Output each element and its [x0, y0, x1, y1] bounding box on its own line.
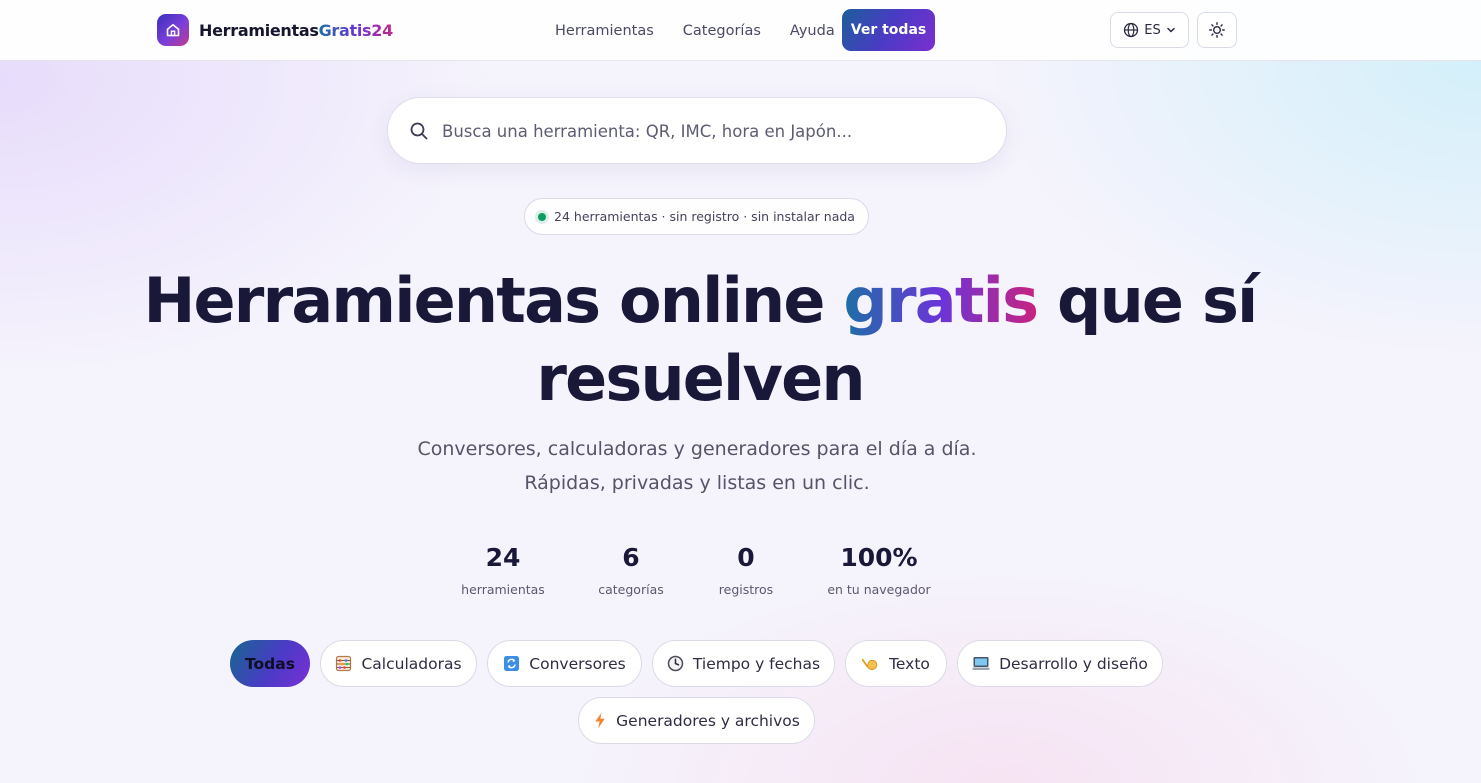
- hero-title: Herramientas online gratis que sí resuel…: [140, 262, 1260, 418]
- theme-toggle-button[interactable]: [1197, 12, 1237, 48]
- stat-label: categorías: [598, 582, 664, 597]
- computer-icon: [972, 655, 990, 672]
- lightning-icon: [593, 712, 607, 729]
- logo-text: HerramientasGratis24: [199, 21, 393, 40]
- home-icon: [157, 14, 189, 46]
- nav-link-ayuda[interactable]: Ayuda: [790, 23, 835, 39]
- hero-title-accent: gratis: [843, 264, 1039, 337]
- ver-todas-button[interactable]: Ver todas: [842, 9, 935, 51]
- chevron-down-icon: [1166, 25, 1176, 35]
- nav-link-categorias[interactable]: Categorías: [683, 23, 761, 39]
- main-nav: Herramientas Categorías Ayuda: [555, 0, 864, 61]
- stat-value: 6: [622, 543, 640, 572]
- info-badge-text: 24 herramientas · sin registro · sin ins…: [554, 209, 855, 224]
- writing-hand-icon: [862, 655, 880, 672]
- nav-link-herramientas[interactable]: Herramientas: [555, 23, 654, 39]
- logo-text-accent: Gratis24: [318, 20, 394, 40]
- category-chip-label: Texto: [889, 654, 930, 673]
- category-chip-label: Calculadoras: [361, 654, 462, 673]
- category-chip-label: Conversores: [529, 654, 626, 673]
- category-chip-todas[interactable]: Todas: [230, 640, 310, 687]
- category-chip-calculadoras[interactable]: Calculadoras: [320, 640, 477, 687]
- stat-registrations: 0 registros: [706, 540, 786, 597]
- search-icon: [409, 121, 429, 145]
- category-chip-label: Desarrollo y diseño: [999, 654, 1148, 673]
- sun-icon: [1208, 21, 1226, 39]
- category-chip-label: Todas: [245, 654, 295, 673]
- clock-icon: [667, 655, 684, 672]
- stat-value: 100%: [840, 543, 918, 572]
- stat-browser: 100% en tu navegador: [818, 540, 940, 597]
- abacus-icon: [335, 655, 352, 672]
- category-chip-conversores[interactable]: Conversores: [487, 640, 642, 687]
- category-chip-label: Tiempo y fechas: [692, 654, 821, 673]
- globe-icon: [1123, 22, 1139, 38]
- logo-link[interactable]: HerramientasGratis24: [157, 14, 393, 46]
- stat-value: 0: [737, 543, 755, 572]
- stat-label: registros: [718, 582, 774, 597]
- stat-tools: 24 herramientas: [448, 540, 558, 597]
- stat-value: 24: [485, 543, 521, 572]
- stat-label: herramientas: [461, 582, 545, 597]
- language-selector[interactable]: ES: [1110, 12, 1189, 48]
- status-dot: [538, 212, 547, 221]
- category-chip-generadores-y-archivos[interactable]: Generadores y archivos: [578, 697, 815, 744]
- stat-label: en tu navegador: [827, 582, 931, 597]
- language-label: ES: [1144, 22, 1161, 38]
- category-chip-texto[interactable]: Texto: [845, 640, 947, 687]
- info-badge: 24 herramientas · sin registro · sin ins…: [524, 198, 869, 235]
- search-input[interactable]: [442, 116, 982, 146]
- hero-subtitle: Conversores, calculadoras y generadores …: [417, 438, 977, 494]
- refresh-icon: [503, 655, 520, 672]
- category-chip-desarrollo-y-diseno[interactable]: Desarrollo y diseño: [957, 640, 1163, 687]
- category-chip-tiempo-y-fechas[interactable]: Tiempo y fechas: [652, 640, 835, 687]
- hero-title-part1: Herramientas online: [143, 264, 844, 337]
- search-bar: [387, 97, 1007, 164]
- logo-text-primary: Herramientas: [199, 20, 319, 40]
- site-header: HerramientasGratis24 Herramientas Catego…: [0, 0, 1481, 61]
- stat-categories: 6 categorías: [586, 540, 676, 597]
- category-chip-label: Generadores y archivos: [616, 711, 800, 730]
